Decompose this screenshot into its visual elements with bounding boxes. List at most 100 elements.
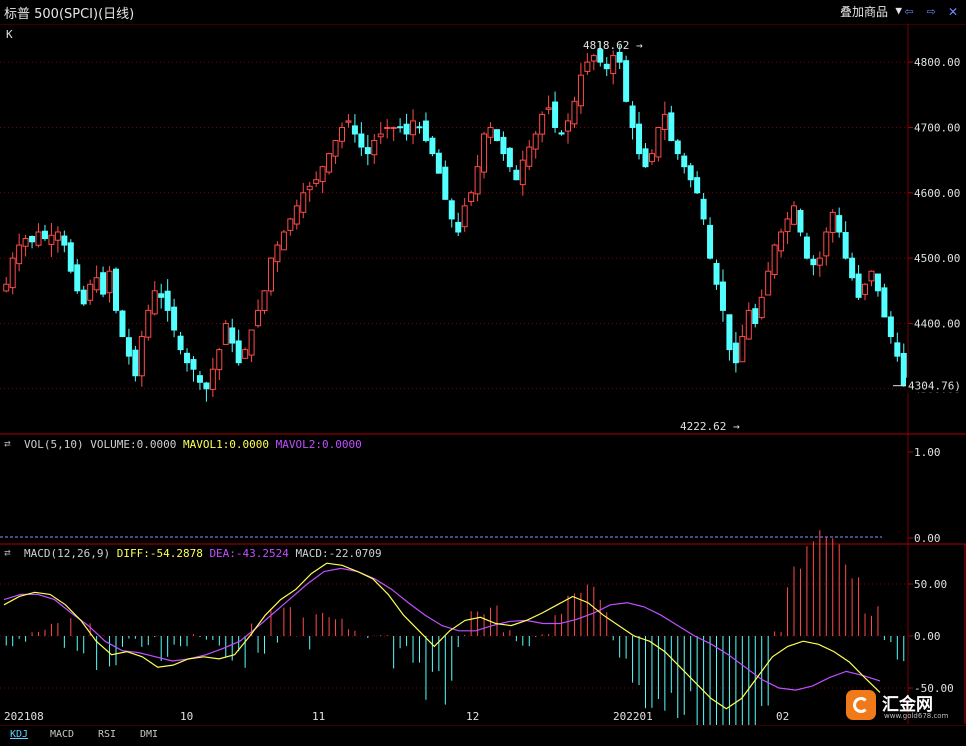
candle-body bbox=[506, 147, 513, 168]
candle-body bbox=[371, 140, 378, 156]
candle-body bbox=[481, 133, 488, 173]
settings-icon[interactable]: ⇄ bbox=[4, 437, 11, 450]
watermark: 汇金网 www.gold678.com bbox=[846, 688, 958, 724]
candle-body bbox=[590, 55, 597, 62]
candle-body bbox=[125, 337, 132, 357]
vol-mavol1-label: MAVOL1:0.0000 bbox=[182, 438, 270, 451]
candle-body bbox=[190, 359, 197, 370]
candle-body bbox=[429, 137, 436, 155]
candle-body bbox=[339, 126, 345, 142]
candle-body bbox=[261, 290, 268, 311]
candle-body bbox=[577, 74, 584, 107]
time-axis-label: 202108 bbox=[4, 710, 44, 723]
candle-body bbox=[745, 309, 752, 340]
candle-body bbox=[894, 342, 901, 357]
candle-body bbox=[519, 159, 526, 186]
candle-body bbox=[280, 231, 287, 251]
candle-body bbox=[435, 152, 442, 174]
candle-body bbox=[816, 257, 823, 266]
candle-body bbox=[707, 224, 714, 259]
candle-body bbox=[326, 153, 333, 173]
candle-body bbox=[455, 221, 462, 233]
price-tick-label: 4700.00 bbox=[914, 121, 960, 134]
tab-dmi[interactable]: DMI bbox=[134, 727, 164, 742]
candle-body bbox=[345, 120, 352, 123]
candle-body bbox=[235, 340, 242, 364]
candle-body bbox=[267, 257, 274, 292]
prev-arrow-icon[interactable]: ⇦ bbox=[900, 2, 918, 20]
candle-body bbox=[242, 349, 249, 359]
candle-body bbox=[571, 100, 578, 125]
candle-body bbox=[293, 205, 300, 225]
candle-body bbox=[648, 153, 655, 163]
candle-body bbox=[410, 120, 417, 136]
candle-body bbox=[636, 123, 643, 155]
time-axis-label: 202201 bbox=[613, 710, 653, 723]
next-arrow-icon[interactable]: ⇨ bbox=[922, 2, 940, 20]
title-bar bbox=[0, 0, 966, 25]
candle-body bbox=[100, 272, 107, 295]
candle-body bbox=[539, 113, 546, 135]
candle-body bbox=[145, 309, 152, 338]
candle-body bbox=[274, 244, 281, 263]
candle-body bbox=[48, 234, 55, 245]
candle-body bbox=[719, 281, 726, 311]
price-panel-label: K bbox=[6, 28, 13, 41]
candle-body bbox=[93, 277, 100, 291]
tab-macd[interactable]: MACD bbox=[44, 727, 80, 742]
candle-body bbox=[874, 273, 881, 292]
candle-body bbox=[765, 270, 772, 296]
candle-body bbox=[332, 140, 339, 157]
chart-title: 标普 500(SPCI)(日线) bbox=[4, 7, 135, 22]
candle-body bbox=[216, 349, 223, 371]
close-icon[interactable]: ✕ bbox=[944, 2, 962, 20]
candle-body bbox=[416, 126, 423, 129]
candle-body bbox=[196, 375, 203, 383]
candle-body bbox=[442, 166, 449, 200]
candle-body bbox=[681, 155, 688, 168]
candle-body bbox=[513, 169, 520, 181]
price-tick-label: 4800.00 bbox=[914, 56, 960, 69]
candle-body bbox=[616, 51, 623, 63]
candle-body bbox=[229, 327, 236, 344]
vol-header: VOL(5,10) bbox=[24, 438, 84, 451]
candle-body bbox=[887, 316, 894, 338]
candle-body bbox=[726, 314, 733, 351]
candle-body bbox=[138, 336, 145, 377]
candle-body bbox=[171, 306, 178, 331]
chart-area[interactable]: 4800.004700.004600.004500.004400.004300.… bbox=[0, 24, 966, 725]
candle-body bbox=[61, 235, 68, 246]
brand-site: www.gold678.com bbox=[884, 712, 949, 720]
candle-body bbox=[855, 273, 862, 298]
candle-body bbox=[674, 140, 681, 155]
candle-body bbox=[868, 270, 875, 282]
time-axis-label: 12 bbox=[466, 710, 479, 723]
candle-body bbox=[532, 133, 539, 150]
macd-diff-label: DIFF:-54.2878 bbox=[116, 547, 203, 560]
candle-body bbox=[797, 210, 804, 233]
candle-body bbox=[545, 107, 552, 110]
candle-body bbox=[500, 136, 507, 155]
candle-body bbox=[694, 177, 701, 194]
tab-rsi[interactable]: RSI bbox=[92, 727, 122, 742]
candle-body bbox=[829, 211, 836, 233]
candle-body bbox=[784, 218, 791, 233]
candle-body bbox=[29, 235, 36, 243]
candle-body bbox=[397, 126, 404, 129]
candle-body bbox=[655, 126, 662, 158]
candle-body bbox=[565, 120, 571, 132]
candle-body bbox=[758, 296, 765, 319]
tab-kdj[interactable]: KDJ bbox=[4, 727, 34, 742]
candle-body bbox=[358, 133, 365, 148]
candle-body bbox=[164, 290, 171, 311]
candle-body bbox=[106, 270, 113, 294]
candle-body bbox=[732, 342, 739, 364]
price-tick-label: 4400.00 bbox=[914, 317, 960, 330]
candle-body bbox=[209, 368, 216, 390]
candle-body bbox=[300, 192, 307, 213]
settings-icon[interactable]: ⇄ bbox=[4, 546, 11, 559]
candle-body bbox=[661, 113, 668, 130]
overlay-commodity-button[interactable]: 叠加商品 bbox=[840, 3, 888, 20]
candle-body bbox=[3, 283, 10, 292]
candle-body bbox=[668, 112, 675, 142]
